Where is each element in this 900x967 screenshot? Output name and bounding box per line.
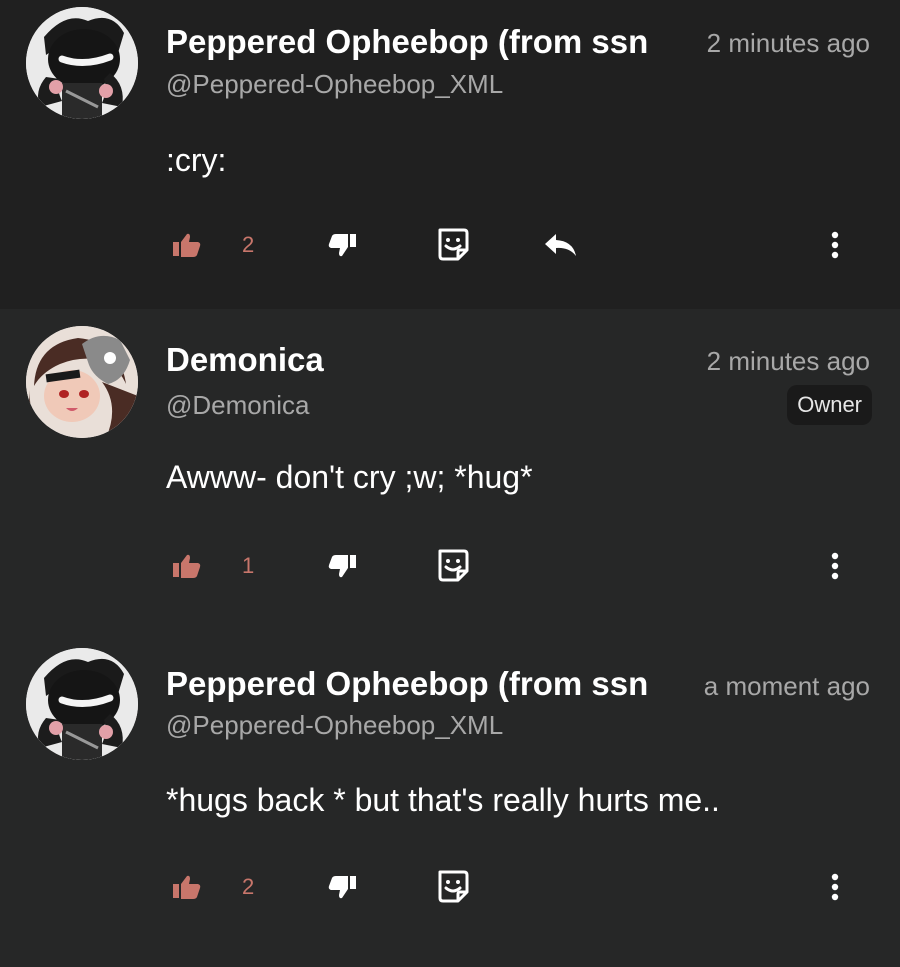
comment: Demonica @Demonica 2 minutes ago Owner A… [0,309,900,631]
more-options-button[interactable] [831,542,839,590]
react-button[interactable] [436,542,470,590]
like-button[interactable] [172,221,202,269]
dislike-button[interactable] [328,542,358,590]
like-count: 2 [242,232,255,257]
reply-button[interactable] [543,221,579,269]
react-button[interactable] [436,863,470,911]
comment-text: :cry: [166,142,227,178]
thumbs-down-icon [328,233,356,256]
like-count: 1 [242,553,255,578]
masked-character-avatar-icon [26,7,138,119]
masked-character-avatar-icon [26,648,138,760]
dislike-button[interactable] [328,863,358,911]
more-vertical-icon [831,552,839,580]
dislike-button[interactable] [328,221,358,269]
like-count: 2 [242,874,255,899]
thumbs-up-icon [173,875,201,899]
author-handle[interactable]: @Demonica [166,390,309,421]
avatar[interactable] [26,648,138,760]
timestamp: 2 minutes ago [706,346,870,376]
author-name[interactable]: Peppered Opheebop (from ssn [166,665,648,703]
timestamp: a moment ago [703,671,870,701]
emoji-react-icon [438,870,469,903]
thumbs-down-icon [328,875,356,898]
more-vertical-icon [831,873,839,901]
emoji-react-icon [438,228,469,261]
more-options-button[interactable] [831,863,839,911]
avatar[interactable] [26,7,138,119]
comment-actions: 2 [0,863,900,911]
author-name[interactable]: Peppered Opheebop (from ssn [166,23,648,61]
like-button[interactable] [172,542,202,590]
like-button[interactable] [172,863,202,911]
comment-text: Awww- don't cry ;w; *hug* [166,459,533,495]
thumbs-up-icon [173,554,201,578]
more-vertical-icon [831,231,839,259]
comment-actions: 2 [0,221,900,269]
comment: Peppered Opheebop (from ssn @Peppered-Op… [0,631,900,967]
author-handle[interactable]: @Peppered-Opheebop_XML [166,710,503,741]
reply-arrow-icon [545,234,576,256]
owner-badge: Owner [787,385,872,425]
thumbs-down-icon [328,554,356,577]
brown-hair-character-avatar-icon [26,326,138,438]
timestamp: 2 minutes ago [706,28,870,58]
emoji-react-icon [438,549,469,582]
comment-actions: 1 [0,542,900,590]
thumbs-up-icon [173,233,201,257]
name-fade [648,666,672,710]
name-fade [648,24,672,68]
author-name[interactable]: Demonica [166,341,324,379]
comment-text: *hugs back * but that's really hurts me.… [166,782,720,818]
avatar[interactable] [26,326,138,438]
react-button[interactable] [436,221,470,269]
comment: Peppered Opheebop (from ssn @Peppered-Op… [0,0,900,309]
more-options-button[interactable] [831,221,839,269]
author-handle[interactable]: @Peppered-Opheebop_XML [166,69,503,100]
